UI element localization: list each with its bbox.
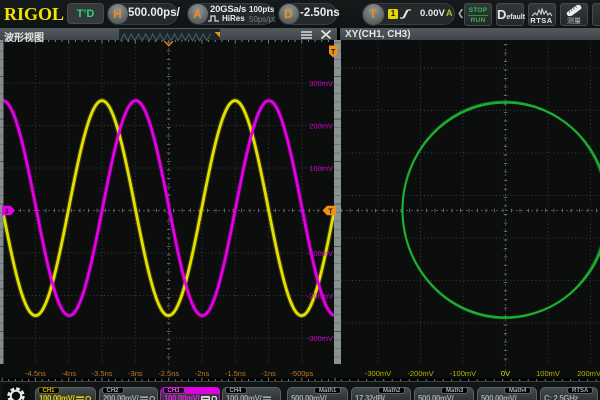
svg-text:-300mV: -300mV [307, 334, 333, 343]
svg-text:-4ns: -4ns [62, 369, 77, 378]
svg-text:-500ps: -500ps [290, 369, 313, 378]
svg-text:-100mV: -100mV [450, 369, 476, 378]
svg-text:200mV: 200mV [577, 369, 600, 378]
svg-text:-2ns: -2ns [195, 369, 210, 378]
svg-text:-3.5ns: -3.5ns [92, 369, 113, 378]
svg-text:0V: 0V [501, 369, 510, 378]
svg-text:100mV: 100mV [536, 369, 560, 378]
svg-text:-200mV: -200mV [407, 369, 433, 378]
svg-text:-200mV: -200mV [307, 291, 333, 300]
svg-text:-3ns: -3ns [128, 369, 143, 378]
svg-text:300mV: 300mV [309, 79, 333, 88]
svg-text:-100mV: -100mV [307, 249, 333, 258]
svg-text:-300mV: -300mV [365, 369, 391, 378]
svg-text:200mV: 200mV [309, 121, 333, 130]
svg-text:-2.5ns: -2.5ns [158, 369, 179, 378]
svg-text:T: T [331, 49, 336, 56]
svg-text:3: 3 [4, 206, 8, 215]
svg-text:-1ns: -1ns [261, 369, 276, 378]
svg-text:-4.5ns: -4.5ns [25, 369, 46, 378]
svg-text:-1.5ns: -1.5ns [225, 369, 246, 378]
svg-text:T: T [328, 206, 333, 215]
svg-text:100mV: 100mV [309, 164, 333, 173]
